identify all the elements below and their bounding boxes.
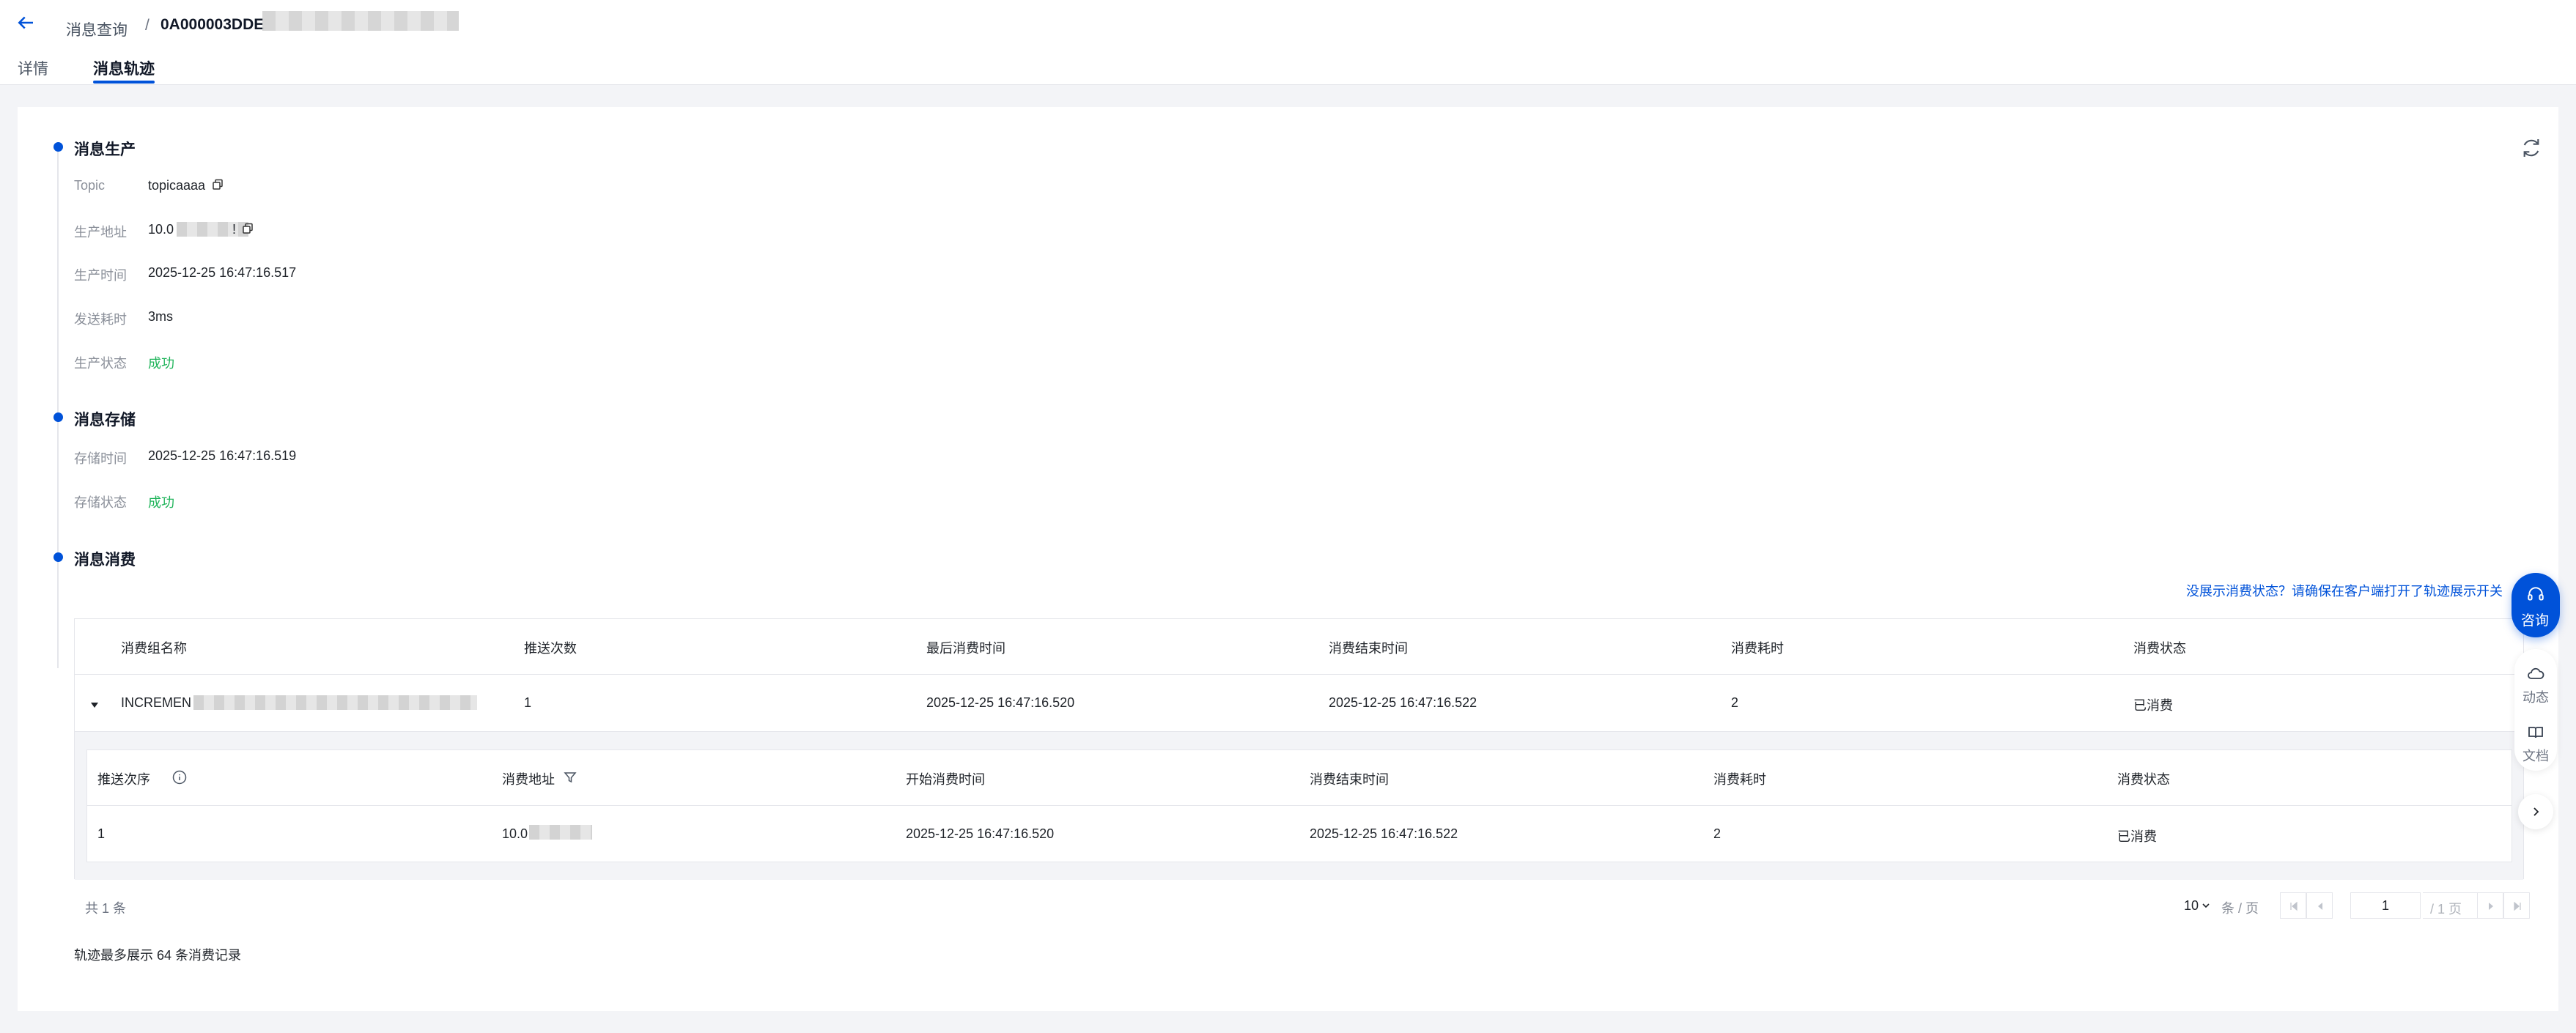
store-time-value: 2025-12-25 16:47:16.519: [148, 448, 297, 463]
headset-icon: [2528, 587, 2544, 601]
tab-detail[interactable]: 详情: [18, 57, 48, 79]
expanded-row-panel: 推送次序 消费地址 开始消费时间 消费结束时间 消费耗时 消费状态 1 10.0…: [75, 732, 2523, 880]
send-cost-value: 3ms: [148, 309, 174, 324]
expand-caret-icon[interactable]: [89, 698, 100, 708]
produce-status-label: 生产状态: [74, 356, 127, 371]
push-detail-table: 推送次序 消费地址 开始消费时间 消费结束时间 消费耗时 消费状态 1 10.0…: [86, 749, 2512, 862]
produce-address-suffix: !: [232, 222, 237, 237]
total-count: 共 1 条: [85, 901, 127, 916]
filter-icon[interactable]: [564, 771, 578, 785]
redacted-consume-address: [529, 825, 592, 840]
col-header-cost: 消费耗时: [1731, 641, 1784, 656]
side-tool-panel: 动态 文档: [2514, 649, 2557, 771]
table-header-row: 消费组名称 推送次数 最后消费时间 消费结束时间 消费耗时 消费状态: [75, 619, 2523, 675]
next-page-button[interactable]: [2477, 892, 2503, 919]
col-header-last-time: 最后消费时间: [926, 641, 1005, 656]
store-status-value: 成功: [148, 495, 174, 510]
timeline-line: [57, 148, 59, 668]
redacted-group-name: [193, 695, 477, 710]
copy-topic-icon[interactable]: [212, 179, 225, 192]
tab-message-trace[interactable]: 消息轨迹: [93, 57, 155, 79]
redacted-message-id: [262, 11, 459, 31]
breadcrumb-parent[interactable]: 消息查询: [66, 18, 128, 40]
back-arrow-icon[interactable]: [15, 12, 37, 34]
sub-col-header-order: 推送次序: [97, 772, 150, 787]
sub-cell-address: 10.0: [502, 826, 528, 841]
cell-push-count: 1: [524, 695, 532, 710]
breadcrumb-separator: /: [145, 17, 150, 34]
chevron-down-icon: [2202, 903, 2210, 908]
cell-end-time: 2025-12-25 16:47:16.522: [1329, 695, 1477, 710]
cell-cost: 2: [1731, 695, 1739, 710]
active-tab-indicator: [93, 81, 155, 84]
trace-limit-note: 轨迹最多展示 64 条消费记录: [74, 948, 242, 963]
sub-col-header-end-time: 消费结束时间: [1310, 772, 1389, 787]
trace-switch-hint-link[interactable]: 没展示消费状态？请确保在客户端打开了轨迹展示开关: [2186, 581, 2503, 600]
section-title-consume: 消息消费: [74, 552, 136, 569]
sub-cell-start-time: 2025-12-25 16:47:16.520: [906, 826, 1055, 841]
store-status-label: 存储状态: [74, 495, 127, 510]
sub-table-header-row: 推送次序 消费地址 开始消费时间 消费结束时间 消费耗时 消费状态: [87, 750, 2512, 806]
consume-table: 消费组名称 推送次数 最后消费时间 消费结束时间 消费耗时 消费状态 INCRE…: [74, 618, 2524, 880]
book-icon: [2528, 727, 2543, 738]
sub-cell-end-time: 2025-12-25 16:47:16.522: [1310, 826, 1458, 841]
timeline-dot-produce: [53, 142, 63, 152]
sub-col-header-start-time: 开始消费时间: [906, 772, 985, 787]
activity-icon: [2528, 667, 2544, 679]
sub-cell-cost: 2: [1713, 826, 1721, 841]
activity-label: 动态: [2523, 690, 2549, 705]
sub-table-row: 1 10.0 2025-12-25 16:47:16.520 2025-12-2…: [87, 806, 2512, 863]
sub-cell-status: 已消费: [2117, 829, 2157, 844]
col-header-end-time: 消费结束时间: [1329, 641, 1408, 656]
docs-label: 文档: [2523, 749, 2549, 763]
side-collapse-button[interactable]: [2518, 794, 2553, 829]
col-header-push-count: 推送次数: [524, 641, 577, 656]
redacted-produce-address: [177, 222, 248, 237]
activity-button[interactable]: 动态: [2514, 659, 2557, 711]
timeline-dot-store: [53, 412, 63, 422]
copy-address-icon[interactable]: [242, 223, 255, 236]
last-page-button[interactable]: [2503, 892, 2530, 919]
sub-cell-order: 1: [97, 826, 106, 841]
produce-status-value: 成功: [148, 356, 174, 371]
per-page-label: 条 / 页: [2221, 901, 2259, 916]
consult-button[interactable]: 咨询: [2512, 573, 2560, 637]
col-header-status: 消费状态: [2133, 641, 2186, 656]
docs-button[interactable]: 文档: [2514, 718, 2557, 769]
produce-time-value: 2025-12-25 16:47:16.517: [148, 265, 297, 280]
store-time-label: 存储时间: [74, 451, 127, 466]
table-row: INCREMEN 1 2025-12-25 16:47:16.520 2025-…: [75, 675, 2523, 732]
cell-group: INCREMEN: [121, 695, 192, 710]
page-size-select[interactable]: 10: [2180, 892, 2218, 919]
info-icon[interactable]: [172, 770, 187, 785]
produce-time-label: 生产时间: [74, 268, 127, 283]
sub-col-header-status: 消费状态: [2117, 772, 2170, 787]
sub-col-header-cost: 消费耗时: [1713, 772, 1766, 787]
topic-label: Topic: [74, 178, 106, 193]
timeline-dot-consume: [53, 552, 63, 562]
page-header: 消息查询 / 0A000003DDE 详情 消息轨迹: [0, 0, 2576, 85]
produce-address-label: 生产地址: [74, 225, 127, 240]
consult-label: 咨询: [2521, 613, 2550, 629]
first-page-button[interactable]: [2280, 892, 2306, 919]
section-title-store: 消息存储: [74, 412, 136, 429]
page-number-input[interactable]: [2350, 892, 2421, 919]
breadcrumb-current: 0A000003DDE: [160, 16, 265, 33]
produce-address-value: 10.0: [148, 222, 174, 237]
trace-card: 消息生产 Topic topicaaaa 生产地址 10.0 ! 生产时间 20…: [18, 107, 2558, 1011]
section-title-produce: 消息生产: [74, 141, 136, 158]
sub-col-header-address: 消费地址: [502, 772, 555, 787]
page-size-value: 10: [2184, 898, 2199, 913]
total-pages: / 1 页: [2423, 892, 2477, 919]
send-cost-label: 发送耗时: [74, 312, 127, 327]
col-header-group: 消费组名称: [121, 641, 187, 656]
cell-last-time: 2025-12-25 16:47:16.520: [926, 695, 1075, 710]
refresh-icon[interactable]: [2520, 136, 2543, 160]
topic-value: topicaaaa: [148, 178, 206, 193]
prev-page-button[interactable]: [2306, 892, 2333, 919]
chevron-right-icon: [2533, 807, 2539, 816]
cell-status: 已消费: [2133, 698, 2173, 713]
